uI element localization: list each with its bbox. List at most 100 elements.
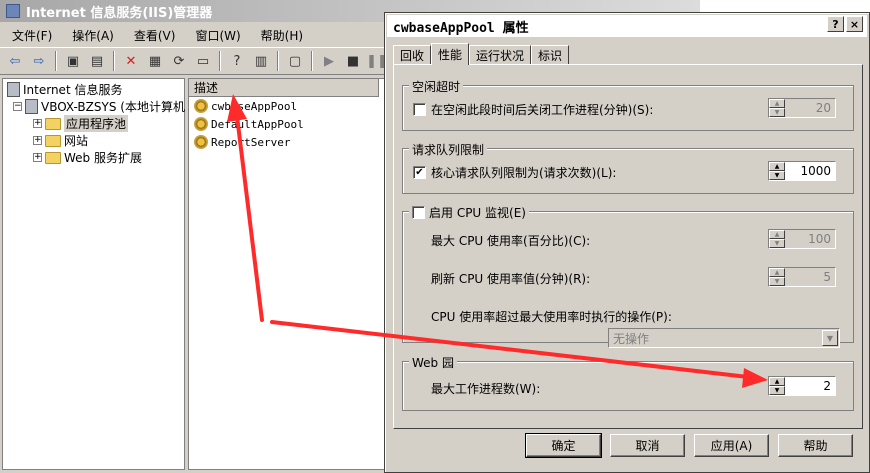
idle-timeout-spinner[interactable]: ▲ ▼ 20 <box>768 98 836 118</box>
refresh-icon[interactable]: ⟳ <box>168 50 190 72</box>
spin-up-icon[interactable]: ▲ <box>769 99 785 108</box>
back-arrow-icon[interactable]: ⇦ <box>4 50 26 72</box>
forward-arrow-icon[interactable]: ⇨ <box>28 50 50 72</box>
show-tree-icon[interactable]: ▤ <box>86 50 108 72</box>
delete-icon[interactable]: ✕ <box>120 50 142 72</box>
max-worker-label: 最大工作进程数(W): <box>431 382 541 396</box>
menu-file[interactable]: 文件(F) <box>4 25 60 46</box>
tree-label: Internet 信息服务 <box>23 83 123 97</box>
idle-timeout-label: 在空闲此段时间后关闭工作进程(分钟)(S): <box>431 103 654 117</box>
console-icon[interactable]: ▥ <box>250 50 272 72</box>
list-item-label: ReportServer <box>211 135 291 149</box>
cpu-max-spinner[interactable]: ▲ ▼ 100 <box>768 229 836 249</box>
computer-icon[interactable]: ▢ <box>284 50 306 72</box>
tree-item-web-extensions[interactable]: + Web 服务扩展 <box>33 149 142 166</box>
spin-down-icon[interactable]: ▼ <box>769 171 785 180</box>
cpu-monitor-checkbox[interactable] <box>412 206 425 219</box>
cpu-refresh-spinner[interactable]: ▲ ▼ 5 <box>768 267 836 287</box>
spin-down-icon[interactable]: ▼ <box>769 277 785 286</box>
group-legend: Web 园 <box>409 354 457 371</box>
web-garden-group: Web 园 最大工作进程数(W): ▲ ▼ 2 <box>402 354 854 411</box>
list-pane: 描述 cwbaseAppPool DefaultAppPool ReportSe… <box>188 78 388 470</box>
tree-pane: Internet 信息服务 − VBOX-BZSYS (本地计算机 + 应用程序… <box>2 78 185 470</box>
tab-identity[interactable]: 标识 <box>531 45 570 65</box>
tree-label: VBOX-BZSYS (本地计算机 <box>41 100 185 114</box>
list-item[interactable]: DefaultAppPool <box>189 115 387 133</box>
tab-recycling[interactable]: 回收 <box>393 45 432 65</box>
idle-timeout-group: 空闲超时 在空闲此段时间后关闭工作进程(分钟)(S): ▲ ▼ 20 <box>402 78 854 131</box>
tree-item-root[interactable]: Internet 信息服务 <box>7 81 122 98</box>
properties-icon[interactable]: ▦ <box>144 50 166 72</box>
spin-up-icon[interactable]: ▲ <box>769 268 785 277</box>
cpu-action-label: CPU 使用率超过最大使用率时执行的操作(P): <box>431 310 672 324</box>
spin-up-icon[interactable]: ▲ <box>769 162 785 171</box>
toolbar-separator <box>55 51 57 71</box>
toolbar-separator <box>113 51 115 71</box>
queue-limit-group: 请求队列限制 ✔ 核心请求队列限制为(请求次数)(L): ▲ ▼ 1000 <box>402 141 854 194</box>
column-header-description[interactable]: 描述 <box>189 79 379 97</box>
spin-down-icon[interactable]: ▼ <box>769 108 785 117</box>
tree-item-server[interactable]: − VBOX-BZSYS (本地计算机 <box>13 98 185 115</box>
idle-timeout-checkbox[interactable] <box>413 103 426 116</box>
tab-performance[interactable]: 性能 <box>431 43 470 65</box>
folder-icon <box>45 117 61 130</box>
list-item[interactable]: ReportServer <box>189 133 387 151</box>
queue-limit-checkbox[interactable]: ✔ <box>413 166 426 179</box>
close-title-button[interactable]: × <box>846 16 863 32</box>
queue-limit-row: ✔ 核心请求队列限制为(请求次数)(L): <box>413 164 616 181</box>
cpu-max-value: 100 <box>808 232 831 246</box>
performance-tab-panel: 空闲超时 在空闲此段时间后关闭工作进程(分钟)(S): ▲ ▼ 20 请求队列限… <box>393 64 863 429</box>
iis-root-icon <box>7 82 20 97</box>
menu-window[interactable]: 窗口(W) <box>187 25 248 46</box>
menu-action[interactable]: 操作(A) <box>64 25 122 46</box>
spin-buttons: ▲ ▼ <box>769 377 785 395</box>
spin-down-icon[interactable]: ▼ <box>769 386 785 395</box>
stop-icon[interactable]: ■ <box>342 50 364 72</box>
group-legend: 请求队列限制 <box>409 141 488 158</box>
tab-strip: 回收 性能 运行状况 标识 <box>393 43 570 65</box>
spin-up-icon[interactable]: ▲ <box>769 377 785 386</box>
spin-buttons: ▲ ▼ <box>769 268 785 286</box>
tab-health[interactable]: 运行状况 <box>469 45 532 65</box>
properties-dialog: cwbaseAppPool 属性 ? × 回收 性能 运行状况 标识 空闲超时 … <box>384 12 870 473</box>
toolbar-separator <box>311 51 313 71</box>
cpu-max-row: 最大 CPU 使用率(百分比)(C): <box>431 232 590 249</box>
help-title-button[interactable]: ? <box>827 16 844 32</box>
list-item[interactable]: cwbaseAppPool <box>189 97 387 115</box>
help-button[interactable]: 帮助 <box>778 434 853 457</box>
cpu-action-row: CPU 使用率超过最大使用率时执行的操作(P): <box>431 308 672 325</box>
export-icon[interactable]: ▭ <box>192 50 214 72</box>
ok-button[interactable]: 确定 <box>525 433 602 458</box>
spin-buttons: ▲ ▼ <box>769 162 785 180</box>
expand-icon[interactable]: + <box>33 153 42 162</box>
expand-icon[interactable]: + <box>33 119 42 128</box>
web-garden-legend: Web 园 <box>412 356 454 370</box>
spin-up-icon[interactable]: ▲ <box>769 230 785 239</box>
queue-limit-label: 核心请求队列限制为(请求次数)(L): <box>431 166 617 180</box>
folder-icon <box>45 134 61 147</box>
group-legend: 空闲超时 <box>409 78 464 95</box>
iis-app-icon <box>6 4 20 18</box>
app-pool-icon <box>194 135 208 149</box>
spin-buttons: ▲ ▼ <box>769 99 785 117</box>
menu-view[interactable]: 查看(V) <box>126 25 184 46</box>
menu-help[interactable]: 帮助(H) <box>253 25 311 46</box>
tree-item-websites[interactable]: + 网站 <box>33 132 88 149</box>
expand-icon[interactable]: + <box>33 136 42 145</box>
cpu-action-select[interactable]: 无操作 ▼ <box>608 328 840 348</box>
play-icon[interactable]: ▶ <box>318 50 340 72</box>
cpu-action-value: 无操作 <box>613 331 650 346</box>
iis-window-title: Internet 信息服务(IIS)管理器 <box>26 5 213 21</box>
spin-down-icon[interactable]: ▼ <box>769 239 785 248</box>
dropdown-arrow-icon[interactable]: ▼ <box>822 330 838 346</box>
cancel-button[interactable]: 取消 <box>610 434 685 457</box>
collapse-icon[interactable]: − <box>13 102 22 111</box>
queue-limit-spinner[interactable]: ▲ ▼ 1000 <box>768 161 836 181</box>
cpu-max-label: 最大 CPU 使用率(百分比)(C): <box>431 234 591 248</box>
tree-label: Web 服务扩展 <box>64 151 142 165</box>
up-folder-icon[interactable]: ▣ <box>62 50 84 72</box>
help-icon[interactable]: ? <box>226 50 248 72</box>
tree-item-app-pools[interactable]: + 应用程序池 <box>33 115 129 132</box>
apply-button[interactable]: 应用(A) <box>694 434 769 457</box>
max-worker-spinner[interactable]: ▲ ▼ 2 <box>768 376 836 396</box>
